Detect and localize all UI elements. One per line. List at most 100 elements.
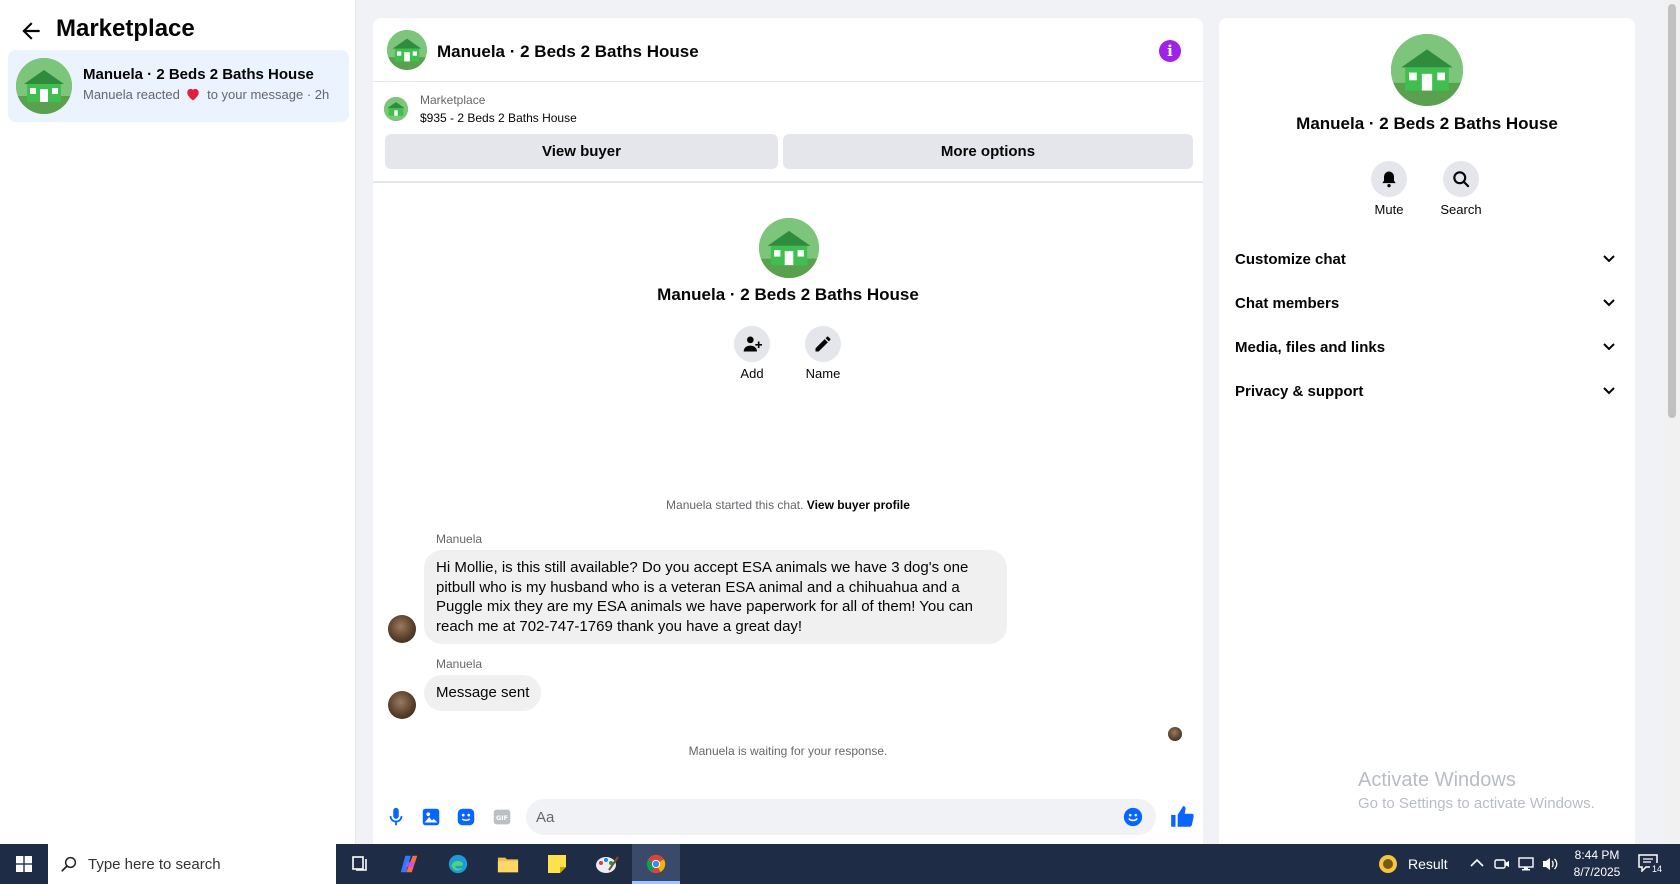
chat-intro-title: Manuela · 2 Beds 2 Baths House <box>657 285 919 304</box>
view-buyer-button[interactable]: View buyer <box>385 134 778 169</box>
scrollbar-thumb[interactable] <box>1668 4 1676 418</box>
message-sender: Manuela <box>436 532 483 546</box>
taskbar-app-edge[interactable] <box>434 844 482 884</box>
accordion-privacy-support[interactable]: Privacy & support <box>1235 370 1619 414</box>
chevron-down-icon <box>1603 343 1615 351</box>
notification-center-button[interactable]: 14 <box>1638 852 1664 876</box>
task-view-button[interactable] <box>336 844 384 884</box>
name-label: Name <box>805 366 841 381</box>
message-bubble[interactable]: Hi Mollie, is this still available? Do y… <box>424 550 1007 644</box>
thumbs-up-icon[interactable] <box>1169 804 1195 830</box>
back-arrow-icon[interactable] <box>18 18 44 44</box>
microphone-icon[interactable] <box>385 806 407 828</box>
clock[interactable]: 8:44 PM 8/7/2025 <box>1562 847 1632 881</box>
view-buyer-profile-link[interactable]: View buyer profile <box>807 498 910 512</box>
waiting-notice: Manuela is waiting for your response. <box>688 744 888 758</box>
task-view-icon <box>352 856 367 871</box>
page-title: Marketplace <box>56 15 195 42</box>
message-input[interactable] <box>536 799 1106 835</box>
taskbar-app-paint[interactable] <box>583 844 631 884</box>
taskbar-search[interactable]: Type here to search <box>48 844 336 884</box>
add-label: Add <box>740 366 764 381</box>
accordion-customize-chat[interactable]: Customize chat <box>1235 238 1619 282</box>
svg-text:GIF: GIF <box>496 814 508 822</box>
preview-prefix: Manuela reacted <box>83 87 180 102</box>
windows-logo-icon <box>16 856 32 872</box>
taskbar-search-placeholder: Type here to search <box>88 856 221 873</box>
chevron-up-icon[interactable] <box>1470 858 1484 868</box>
sender-avatar[interactable] <box>388 615 416 643</box>
search-label: Search <box>1440 202 1482 217</box>
details-avatar[interactable] <box>1391 34 1463 106</box>
chat-panel: Manuela · 2 Beds 2 Baths House i Marketp… <box>373 18 1203 844</box>
listing-avatar <box>16 58 72 114</box>
chat-header-avatar[interactable] <box>387 30 427 70</box>
taskbar-app-copilot[interactable] <box>385 844 433 884</box>
accordion-label: Chat members <box>1235 295 1340 312</box>
folder-icon <box>497 857 519 873</box>
photo-icon[interactable] <box>420 806 442 828</box>
start-button[interactable] <box>0 844 48 884</box>
paint-icon <box>596 856 619 873</box>
clock-time: 8:44 PM <box>1574 848 1620 862</box>
clock-date: 8/7/2025 <box>1573 865 1621 879</box>
sender-avatar[interactable] <box>388 691 416 719</box>
conversation-item[interactable]: Manuela · 2 Beds 2 Baths House Manuela r… <box>8 50 349 122</box>
details-name: Manuela · 2 Beds 2 Baths House <box>1296 114 1558 133</box>
chat-header: Manuela · 2 Beds 2 Baths House i <box>373 18 1203 82</box>
sticker-icon[interactable] <box>455 806 477 828</box>
info-icon[interactable]: i <box>1159 40 1181 62</box>
page-scrollbar[interactable] <box>1664 0 1680 844</box>
conversation-time: · 2h <box>306 87 330 102</box>
chevron-down-icon <box>1603 299 1615 307</box>
activate-windows-title: Activate Windows <box>1358 769 1516 791</box>
seen-indicator-avatar <box>1168 727 1182 741</box>
accordion-label: Media, files and links <box>1235 339 1386 356</box>
conversation-preview: Manuela reacted to your message · 2h <box>83 87 329 102</box>
bell-icon <box>1382 171 1396 188</box>
search-icon <box>61 856 77 872</box>
chat-started-notice: Manuela started this chat. View buyer pr… <box>373 498 1203 512</box>
windows-taskbar: Type here to search Result 8:44 PM 8/7/2… <box>0 844 1680 884</box>
mute-button[interactable] <box>1371 161 1407 197</box>
mute-label: Mute <box>1374 202 1404 217</box>
taskbar-app-file-explorer[interactable] <box>484 844 532 884</box>
listing-title[interactable]: $935 - 2 Beds 2 Baths House <box>420 111 577 125</box>
message-input-wrapper <box>526 799 1156 835</box>
pencil-icon <box>815 336 831 352</box>
chrome-icon <box>646 854 666 874</box>
listing-thumbnail <box>384 97 408 121</box>
message-composer: GIF <box>373 792 1203 844</box>
marketplace-listing-card: Marketplace $935 - 2 Beds 2 Baths House … <box>373 83 1203 183</box>
chat-header-title[interactable]: Manuela · 2 Beds 2 Baths House <box>437 42 699 62</box>
gif-icon[interactable]: GIF <box>491 806 513 828</box>
meet-now-icon[interactable] <box>1494 856 1510 872</box>
copilot-icon <box>400 855 418 873</box>
search-in-chat-button[interactable] <box>1443 161 1479 197</box>
emoji-icon[interactable] <box>1122 806 1144 828</box>
more-options-button[interactable]: More options <box>783 134 1193 169</box>
activate-windows-subtitle: Go to Settings to activate Windows. <box>1358 795 1595 812</box>
add-person-button[interactable] <box>734 326 770 362</box>
preview-suffix: to your message <box>207 87 304 102</box>
result-label[interactable]: Result <box>1408 856 1448 872</box>
network-icon[interactable] <box>1518 856 1534 872</box>
chevron-down-icon <box>1603 255 1615 263</box>
conversation-name: Manuela · 2 Beds 2 Baths House <box>83 66 314 83</box>
name-button[interactable] <box>805 326 841 362</box>
accordion-label: Customize chat <box>1235 251 1346 268</box>
chat-started-text: Manuela started this chat. <box>666 498 804 512</box>
heart-icon <box>187 88 200 101</box>
message-bubble[interactable]: Message sent <box>424 675 542 711</box>
taskbar-app-sticky-notes[interactable] <box>533 844 581 884</box>
accordion-media-files-links[interactable]: Media, files and links <box>1235 326 1619 370</box>
accordion-label: Privacy & support <box>1235 383 1364 400</box>
message-sender: Manuela <box>436 657 483 671</box>
search-icon <box>1453 171 1470 188</box>
edge-icon <box>448 854 468 874</box>
sticky-note-icon <box>548 855 566 873</box>
chat-details-panel: Manuela · 2 Beds 2 Baths House Mute Sear… <box>1219 18 1635 844</box>
volume-icon[interactable] <box>1541 856 1559 872</box>
taskbar-app-chrome[interactable] <box>632 844 680 884</box>
accordion-chat-members[interactable]: Chat members <box>1235 282 1619 326</box>
